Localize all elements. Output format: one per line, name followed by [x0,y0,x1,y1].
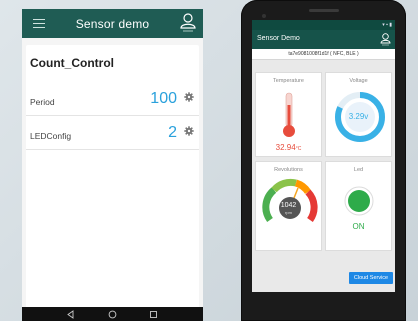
left-app-screen: Sensor demo Count_Control Period 100 LED… [22,9,203,321]
phone-app-bar: Sensor Demo [252,30,395,49]
tile-title: Temperature [273,78,304,84]
android-nav-bar [22,307,203,321]
revolutions-value: 1042 [280,202,297,209]
led-status: ON [352,222,365,231]
phone-mockup: ▾ ▪ ▮ Sensor Demo ta7e9081008f1d1f ( NFC… [241,0,406,321]
card-title: Count_Control [30,56,114,70]
device-id-label: ta7e9081008f1d1f ( NFC, BLE ) [252,49,395,60]
tile-title: Voltage [349,78,368,84]
divider [26,149,199,150]
gear-icon[interactable] [184,126,194,136]
count-control-card: Count_Control Period 100 LEDConfig 2 [26,45,199,313]
setting-value: 2 [168,124,177,141]
phone-screen: ▾ ▪ ▮ Sensor Demo ta7e9081008f1d1f ( NFC… [252,20,395,292]
speaker-grille [309,9,339,12]
setting-value: 100 [150,90,177,107]
temperature-value: 32.94°C [275,143,302,152]
user-icon[interactable] [180,12,196,34]
led-tile: Led ON [325,161,392,251]
revolutions-tile: Revolutions 1042 rpm [255,161,322,251]
thermometer-icon [283,92,295,137]
gear-icon[interactable] [184,92,194,102]
status-bar: ▾ ▪ ▮ [252,20,395,30]
app-bar: Sensor demo [22,9,203,38]
tile-title: Revolutions [274,167,303,173]
app-title: Sensor demo [75,16,150,31]
setting-label: Period [30,97,55,107]
back-triangle-icon[interactable] [66,310,75,319]
phone-app-title: Sensor Demo [257,35,300,42]
revolutions-unit: rpm [285,210,292,215]
setting-row-ledconfig[interactable]: LEDConfig 2 [26,123,199,147]
setting-row-period[interactable]: Period 100 [26,89,199,113]
divider [26,115,199,116]
front-camera [262,14,266,18]
led-indicator[interactable] [344,186,374,216]
tile-title: Led [353,167,364,173]
voltage-value: 3.29v [348,112,369,121]
hamburger-icon[interactable] [33,19,45,28]
setting-label: LEDConfig [30,131,72,141]
recent-square-icon[interactable] [149,310,158,319]
temperature-tile: Temperature 32.94°C [255,72,322,157]
user-icon[interactable] [380,32,391,47]
voltage-tile: Voltage 3.29v [325,72,392,157]
cloud-service-button[interactable]: Cloud Service [349,272,393,284]
home-circle-icon[interactable] [108,310,117,319]
